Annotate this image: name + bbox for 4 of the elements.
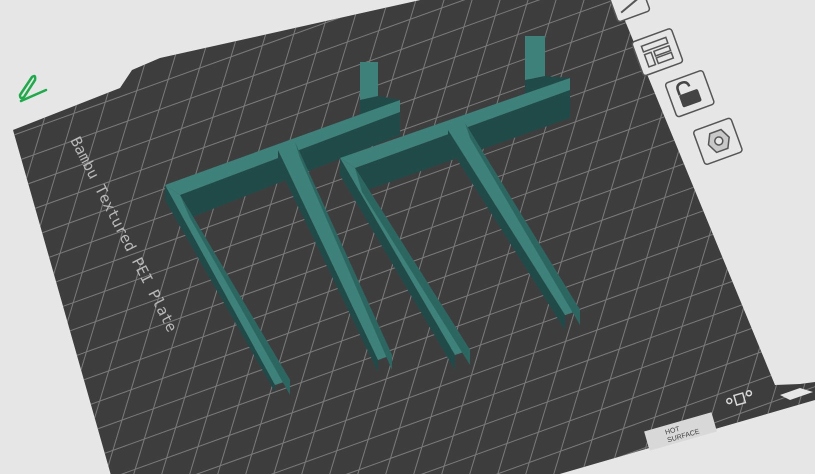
plate-corner-marker (780, 388, 813, 400)
pencil-icon (18, 74, 48, 102)
plate-symbols-icon (726, 390, 752, 406)
edit-tool-button[interactable] (608, 0, 651, 23)
